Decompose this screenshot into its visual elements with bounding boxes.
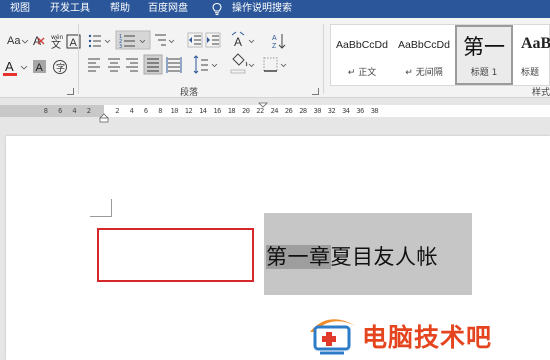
bullets-icon[interactable] <box>88 34 111 48</box>
group-label-styles: 样式 <box>532 88 550 98</box>
sort-icon[interactable]: A Z <box>272 34 286 50</box>
ribbon-tool-icons: Aa A wén 文 A A A 字 1 2 3 A A Z <box>3 30 287 76</box>
paragraph-dialog-launcher[interactable] <box>312 88 319 95</box>
watermark-text: 电脑技术吧 <box>362 323 493 352</box>
align-right-icon[interactable] <box>126 58 138 72</box>
menu-view[interactable]: 视图 <box>10 0 30 18</box>
lightbulb-icon <box>212 2 222 16</box>
svg-text:A: A <box>70 37 78 49</box>
styles-gallery: AaBbCcDd ↵ 正文 AaBbCcDd ↵ 无间隔 第一 标题 1 AaB… <box>330 24 550 86</box>
line-spacing-icon[interactable] <box>193 55 218 74</box>
decrease-indent-icon[interactable] <box>187 32 203 48</box>
heading-text: 夏目友人帐 <box>330 245 438 269</box>
phonetic-guide-icon[interactable]: wén 文 <box>51 34 64 51</box>
increase-indent-icon[interactable] <box>205 32 221 48</box>
tell-me-search[interactable]: 操作说明搜索 <box>232 0 292 18</box>
horizontal-ruler[interactable]: 8 6 4 2 2 4 6 8 10 12 14 16 18 20 22 24 26 28 30 32 34 36 38 <box>0 99 550 123</box>
margin-corner-mark <box>90 199 112 217</box>
svg-text:3: 3 <box>119 44 122 50</box>
distributed-icon[interactable] <box>166 57 182 73</box>
watermark-icon <box>310 319 356 355</box>
left-indent-box <box>99 117 109 123</box>
group-label-paragraph: 段落 <box>180 88 199 98</box>
style-title[interactable]: AaB 标题 <box>517 25 550 85</box>
menu-bar: 视图 开发工具 帮助 百度网盘 操作说明搜索 <box>0 0 550 18</box>
ribbon: Aa A wén 文 A A A 字 1 2 3 A A Z 段落 样式 AaB… <box>0 18 550 98</box>
svg-text:文: 文 <box>51 38 61 51</box>
font-color-icon[interactable]: A <box>3 59 28 76</box>
svg-text:A: A <box>272 35 277 42</box>
shading-icon[interactable] <box>230 53 255 74</box>
svg-text:字: 字 <box>56 62 65 74</box>
watermark-logo: 电脑技术吧 <box>306 310 550 360</box>
left-indent-marker <box>99 113 109 119</box>
align-center-icon[interactable] <box>108 58 120 72</box>
clear-formatting-icon[interactable]: A <box>33 34 45 48</box>
menu-baidu-netdisk[interactable]: 百度网盘 <box>148 0 188 18</box>
group-separator <box>323 24 324 94</box>
change-case-icon[interactable]: Aa <box>7 35 29 47</box>
svg-text:A: A <box>5 59 14 74</box>
red-rectangle-shape[interactable] <box>97 228 254 282</box>
chinese-layout-icon[interactable]: A <box>231 31 255 49</box>
svg-text:A: A <box>33 34 41 48</box>
multilevel-list-icon[interactable] <box>155 34 175 46</box>
chapter-heading[interactable]: 第一章夏目友人帐 <box>266 241 438 271</box>
enclose-characters-icon[interactable]: 字 <box>53 60 67 75</box>
svg-text:Aa: Aa <box>7 35 21 47</box>
align-left-icon[interactable] <box>88 58 100 72</box>
svg-text:A: A <box>36 62 44 74</box>
svg-text:A: A <box>234 35 242 49</box>
numbering-icon[interactable]: 1 2 3 <box>115 30 151 50</box>
justify-icon[interactable] <box>143 54 163 75</box>
svg-text:Z: Z <box>272 43 277 50</box>
heading-highlighted-text: 第一章 <box>266 245 331 269</box>
borders-icon[interactable] <box>263 57 287 72</box>
character-shading-icon[interactable]: A <box>33 60 46 74</box>
font-dialog-launcher[interactable] <box>67 88 74 95</box>
first-line-indent-marker <box>258 102 268 108</box>
group-separator <box>78 24 79 94</box>
menu-help[interactable]: 帮助 <box>110 0 130 18</box>
style-no-spacing[interactable]: AaBbCcDd ↵ 无间隔 <box>393 25 455 85</box>
menu-developer[interactable]: 开发工具 <box>50 0 90 18</box>
style-heading-1[interactable]: 第一 标题 1 <box>455 25 513 85</box>
ruler-markers <box>99 102 268 123</box>
style-normal[interactable]: AaBbCcDd ↵ 正文 <box>331 25 393 85</box>
